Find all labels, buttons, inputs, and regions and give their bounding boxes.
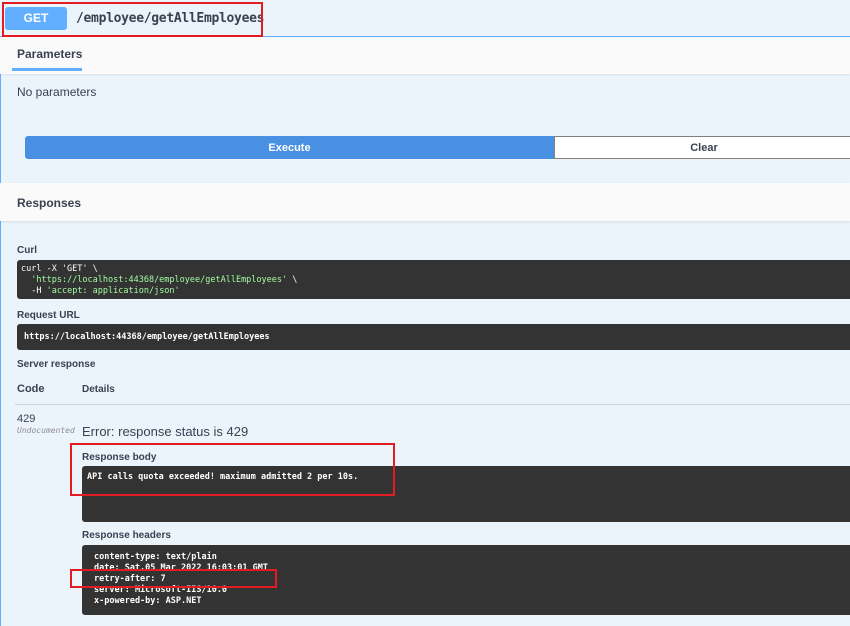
tab-active-indicator (12, 68, 82, 71)
details-column-header: Details (82, 384, 115, 395)
undocumented-tag: Undocumented (17, 426, 75, 435)
curl-line-1: curl -X 'GET' \ (21, 264, 98, 274)
curl-line-2-suffix: \ (287, 275, 298, 285)
highlight-response-body (70, 443, 395, 496)
code-column-header: Code (17, 383, 45, 395)
request-url-value: https://localhost:44368/employee/getAllE… (24, 332, 270, 342)
response-error-message: Error: response status is 429 (82, 424, 249, 439)
responses-title: Responses (17, 196, 82, 210)
execute-button[interactable]: Execute (25, 136, 554, 159)
server-response-label: Server response (17, 359, 96, 370)
table-divider (15, 404, 850, 405)
response-headers-label: Response headers (82, 530, 171, 541)
response-header-line: content-type: text/plain (94, 552, 217, 562)
curl-label: Curl (17, 245, 37, 256)
responses-header (0, 183, 850, 221)
request-url-block[interactable]: https://localhost:44368/employee/getAllE… (17, 324, 850, 350)
curl-code-block[interactable]: curl -X 'GET' \ 'https://localhost:44368… (17, 260, 850, 299)
response-status-code: 429 (17, 413, 36, 425)
highlight-endpoint (2, 2, 263, 37)
tab-parameters[interactable]: Parameters (17, 47, 82, 61)
curl-header-string: 'accept: application/json' (46, 286, 180, 296)
highlight-retry-after (70, 569, 277, 588)
clear-button[interactable]: Clear (554, 136, 850, 159)
curl-header-flag: -H (31, 286, 47, 296)
parameters-header (0, 37, 850, 74)
curl-url-string: 'https://localhost:44368/employee/getAll… (31, 275, 288, 285)
no-parameters-text: No parameters (17, 85, 97, 99)
response-header-line: x-powered-by: ASP.NET (94, 596, 202, 606)
request-url-label: Request URL (17, 310, 80, 321)
